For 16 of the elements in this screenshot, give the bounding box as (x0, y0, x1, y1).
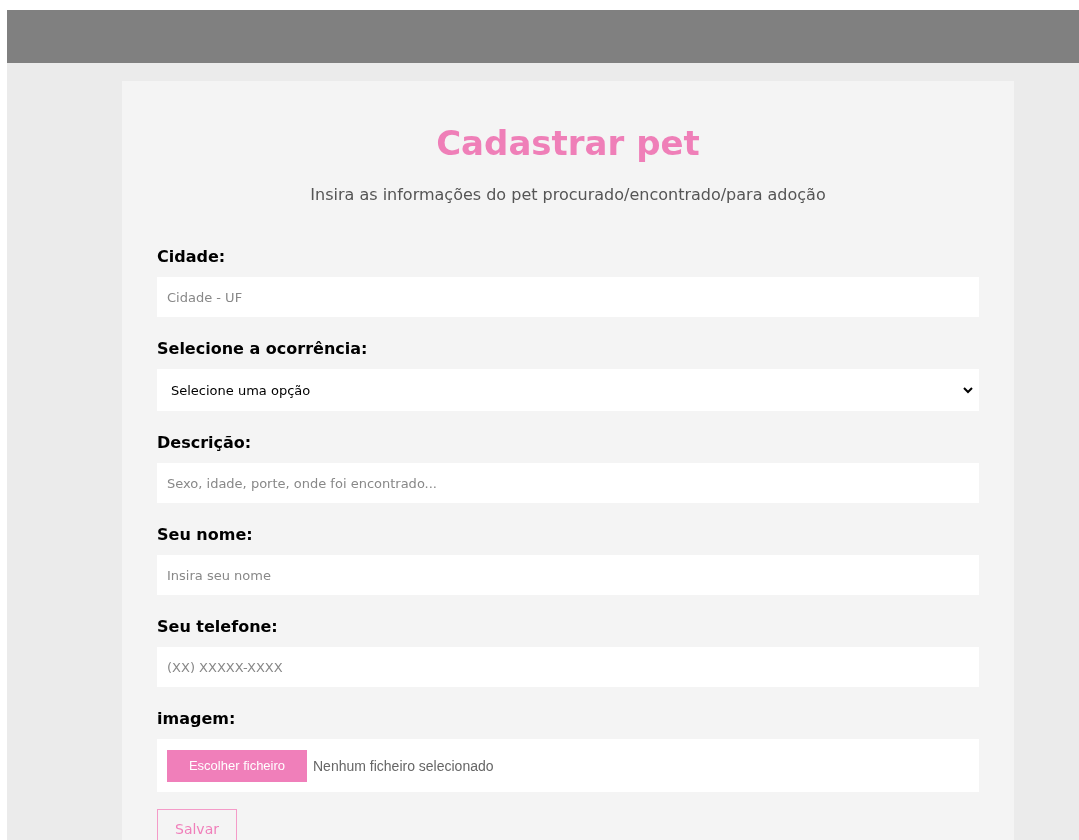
text-field[interactable]: Sexo, idade, porte, onde foi encontrado... (157, 463, 979, 503)
text-field[interactable]: (XX) XXXXX-XXXX (157, 647, 979, 687)
form-title: Cadastrar pet (435, 122, 701, 165)
form-subtitle: Insira as informações do pet procurado/encontrado/para adoção (309, 185, 827, 204)
select-field[interactable]: Selecione uma opção (157, 369, 979, 411)
file-status: Nenhum ficheiro selecionado (313, 757, 494, 774)
text-field[interactable]: Insira seu nome (157, 555, 979, 595)
chevron-down-icon (963, 386, 973, 394)
file-field[interactable]: Escolher ficheiro Nenhum ficheiro selecionado (157, 739, 979, 792)
field-label: Seu nome: (157, 525, 254, 545)
field-label: imagem: (157, 709, 237, 729)
field-label: Seu telefone: (157, 617, 279, 637)
field-label: Selecione a ocorrência: (157, 339, 369, 359)
text-field[interactable]: Cidade - UF (157, 277, 979, 317)
field-label: Descrição: (157, 433, 253, 453)
field-label: Cidade: (157, 247, 227, 267)
